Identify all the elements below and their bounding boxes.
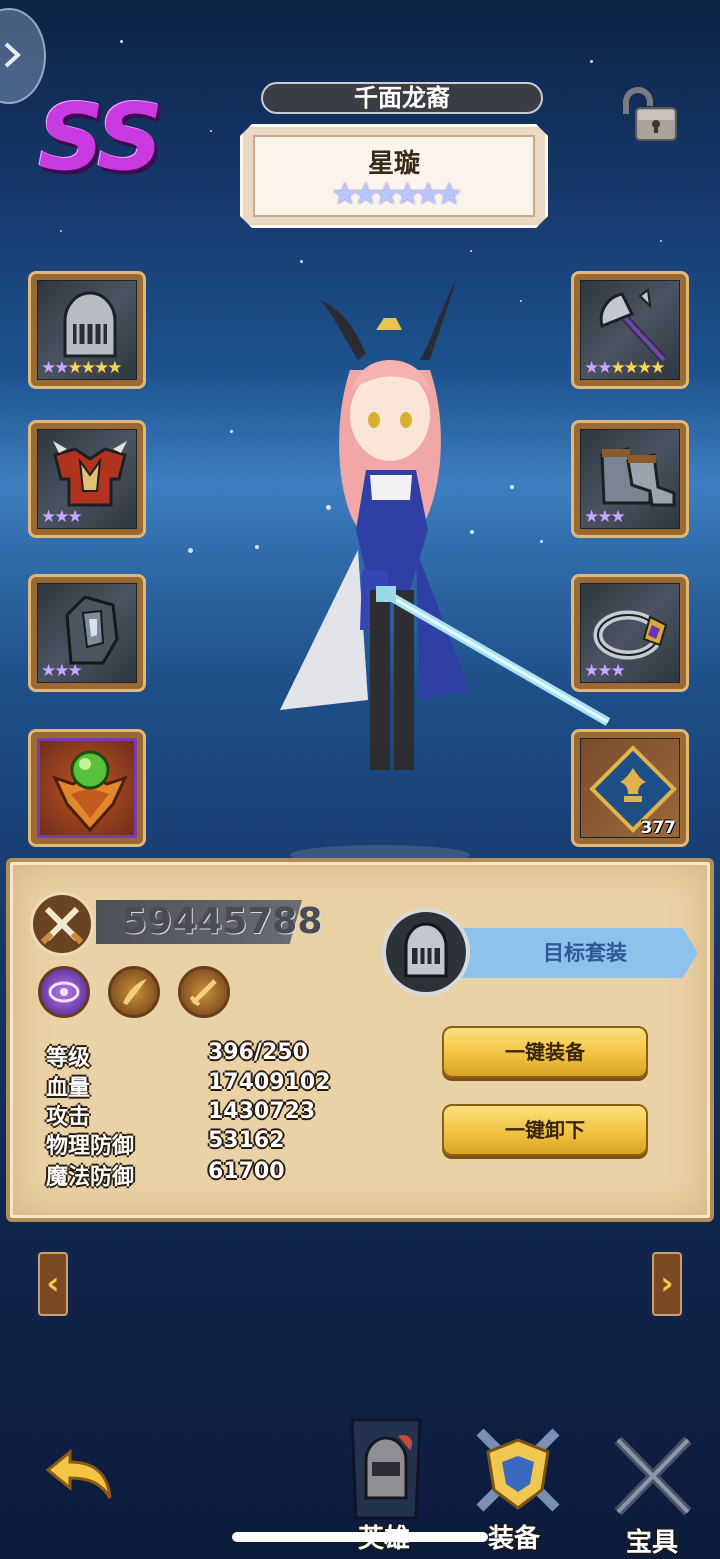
tab-hero[interactable] [344, 1414, 428, 1524]
tab-treasure[interactable] [608, 1432, 698, 1524]
stat-value-magic-defense: 61700 [208, 1159, 285, 1184]
equip-all-button[interactable]: 一键装备 [442, 1026, 648, 1078]
gauntlet-icon [65, 595, 119, 665]
tab-equipment[interactable] [466, 1420, 570, 1520]
slot-armor[interactable]: ★★★ [28, 420, 146, 538]
stat-value-level: 396/250 [208, 1040, 308, 1065]
hero-name-card: 星璇 ★★★★★★ [240, 124, 548, 228]
sword-skill-icon [189, 979, 217, 1007]
stat-label-hp: 血量 [46, 1076, 91, 1101]
tab-equipment-label[interactable]: 装备 [488, 1518, 540, 1555]
skill-slot-2[interactable] [108, 966, 160, 1018]
skill-slot-3[interactable] [178, 966, 230, 1018]
hero-tab-icon [350, 1418, 422, 1520]
hero-star-rating: ★★★★★★ [331, 177, 462, 212]
stat-label-physical-defense: 物理防御 [46, 1134, 135, 1159]
slot-stars-purple: ★★ [41, 358, 70, 378]
combat-power-icon [30, 892, 94, 956]
slot-stars-purple: ★★★ [41, 507, 83, 527]
gem-crest-icon [52, 750, 128, 833]
lock-open-icon[interactable] [618, 84, 682, 144]
slot-stars-gold: ★★★★ [67, 358, 122, 378]
tab-treasure-label[interactable]: 宝具 [626, 1522, 678, 1559]
unequip-all-button[interactable]: 一键卸下 [442, 1104, 648, 1156]
rank-badge: SS [38, 84, 163, 191]
next-hero-button[interactable]: › [652, 1252, 682, 1316]
stat-value-hp: 17409102 [208, 1070, 331, 1095]
target-set-label[interactable]: 目标套装 [440, 928, 720, 978]
eye-skill-icon [48, 981, 80, 1003]
target-set-button[interactable] [382, 908, 470, 996]
slot-stars-purple: ★★★ [41, 661, 83, 681]
stat-value-physical-defense: 53162 [208, 1128, 285, 1153]
helmet-icon [404, 922, 448, 978]
stat-label-magic-defense: 魔法防御 [46, 1165, 135, 1190]
emblem-count: 377 [640, 818, 677, 838]
stat-label-attack: 攻击 [46, 1105, 91, 1130]
chevron-right-icon: › [660, 1264, 674, 1302]
chevron-left-icon: ‹ [46, 1264, 60, 1302]
stat-label-level: 等级 [46, 1046, 91, 1071]
slot-helmet[interactable]: ★★★★★★ [28, 271, 146, 389]
back-arrow-icon [4, 42, 21, 68]
hero-title: 千面龙裔 [261, 82, 543, 114]
slot-gauntlet[interactable]: ★★★ [28, 574, 146, 692]
hero-character-figure [280, 280, 611, 865]
combat-power-value: 59445788 [122, 901, 323, 942]
stat-value-attack: 1430723 [208, 1099, 316, 1124]
treasure-tab-icon [614, 1436, 692, 1516]
slot-gem-crest[interactable] [28, 729, 146, 847]
home-indicator[interactable] [232, 1532, 488, 1542]
helmet-icon [63, 291, 117, 358]
skill-slot-1[interactable] [38, 966, 90, 1018]
equipment-tab-icon [476, 1428, 560, 1512]
saber-skill-icon [123, 979, 147, 1005]
hero-name: 星璇 [367, 149, 420, 179]
armor-icon [53, 441, 127, 507]
return-arrow-icon[interactable] [44, 1448, 116, 1504]
crossed-swords-icon [40, 906, 84, 945]
prev-hero-button[interactable]: ‹ [38, 1252, 68, 1316]
